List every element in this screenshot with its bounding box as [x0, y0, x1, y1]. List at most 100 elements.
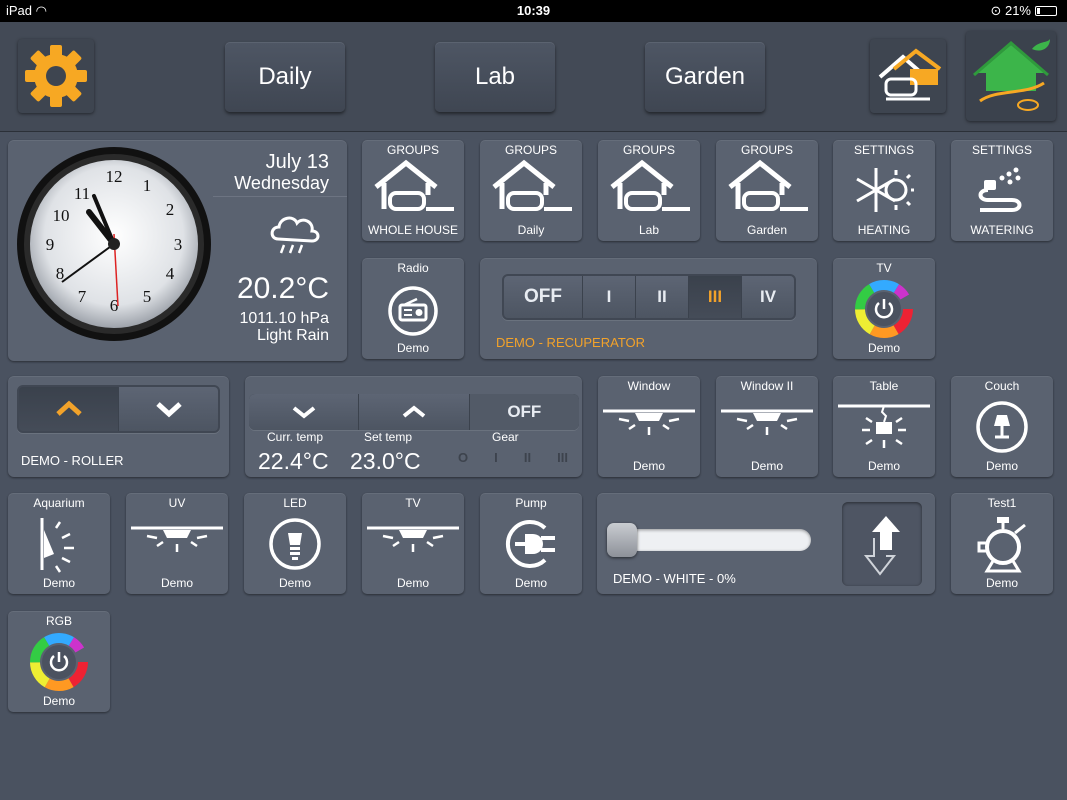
tile-bottom-label: WATERING: [970, 223, 1034, 237]
tile-bottom-label: WHOLE HOUSE: [367, 223, 458, 237]
settings-watering-tile[interactable]: SETTINGS WATERING: [951, 140, 1053, 241]
set-temp-value: 23.0°C: [350, 448, 421, 474]
tab-garden[interactable]: Garden: [645, 42, 765, 112]
chevron-down-icon: [292, 406, 315, 419]
battery-status: ⊙ 21%: [990, 3, 1057, 19]
tv-tile[interactable]: TV Demo: [833, 258, 935, 359]
tile-top-label: RGB: [45, 614, 72, 628]
battery-icon: [1035, 6, 1057, 16]
roller-controls: [17, 385, 220, 433]
recuperator-label: DEMO - RECUPERATOR: [496, 335, 646, 350]
rotation-lock-icon: ⊙: [990, 3, 1002, 18]
svg-text:7: 7: [78, 287, 87, 306]
temperature-text: 20.2°C: [236, 272, 329, 305]
watering-icon: [978, 167, 1022, 212]
up-down-arrows-icon: [863, 516, 900, 576]
dimmer-slider-handle[interactable]: [607, 523, 637, 557]
dimmer-widget: DEMO - WHITE - 0%: [597, 493, 935, 594]
group-daily-tile[interactable]: GROUPS Daily: [480, 140, 582, 241]
temp-up-button[interactable]: [359, 394, 470, 430]
divider: [213, 196, 347, 197]
status-time: 10:39: [516, 3, 551, 18]
gear-3: III: [557, 450, 568, 465]
house-icon: [610, 159, 690, 211]
tile-bottom-label: Demo: [514, 576, 547, 590]
group-whole-house-tile[interactable]: GROUPS WHOLE HOUSE: [362, 140, 464, 241]
tile-bottom-label: Lab: [638, 223, 660, 237]
gear-label: Gear: [492, 430, 519, 444]
tile-top-label: UV: [168, 496, 186, 510]
tile-bottom-label: Demo: [985, 576, 1018, 590]
uv-light-tile[interactable]: UV Demo: [126, 493, 228, 594]
table-light-tile[interactable]: Table Demo: [833, 376, 935, 477]
svg-text:9: 9: [46, 235, 55, 254]
color-wheel-power-icon: [855, 280, 913, 338]
gear-0: O: [458, 450, 469, 465]
date-block: July 13 Wednesday: [234, 152, 329, 194]
house-icon: [728, 159, 808, 211]
tab-lab[interactable]: Lab: [435, 42, 555, 112]
ceiling-light-icon: [721, 409, 813, 435]
tile-bottom-label: Demo: [867, 459, 900, 473]
tile-top-label: Test1: [987, 496, 1017, 510]
roller-up-button[interactable]: [19, 387, 119, 431]
rain-cloud-icon: [270, 216, 320, 254]
tile-bottom-label: Demo: [396, 576, 429, 590]
tv-light-tile[interactable]: TV Demo: [362, 493, 464, 594]
svg-text:10: 10: [53, 206, 70, 225]
led-light-tile[interactable]: LED Demo: [244, 493, 346, 594]
tile-top-label: GROUPS: [386, 143, 439, 157]
recuperator-speed-4-button[interactable]: IV: [742, 276, 794, 318]
roller-widget: DEMO - ROLLER: [8, 376, 229, 477]
test1-tile[interactable]: Test1 Demo: [951, 493, 1053, 594]
home-logo-button[interactable]: [870, 39, 946, 113]
thermostat-controls: OFF: [249, 394, 579, 430]
aquarium-tile[interactable]: Aquarium Demo: [8, 493, 110, 594]
settings-heating-tile[interactable]: SETTINGS HEATING: [833, 140, 935, 241]
thermostat-off-button[interactable]: OFF: [469, 394, 579, 430]
recuperator-speed-3-button[interactable]: III: [689, 276, 742, 318]
tile-top-label: GROUPS: [740, 143, 793, 157]
ceiling-light-icon: [367, 526, 459, 552]
set-temp-label: Set temp: [364, 430, 413, 444]
tile-bottom-label: Demo: [278, 576, 311, 590]
group-lab-tile[interactable]: GROUPS Lab: [598, 140, 700, 241]
roller-down-button[interactable]: [119, 387, 218, 431]
pump-tile[interactable]: Pump Demo: [480, 493, 582, 594]
couch-light-tile[interactable]: Couch Demo: [951, 376, 1053, 477]
house-logo-icon: [878, 48, 942, 101]
tile-bottom-label: Demo: [396, 341, 429, 355]
svg-text:3: 3: [174, 235, 183, 254]
window-light-tile[interactable]: Window Demo: [598, 376, 700, 477]
recuperator-off-button[interactable]: OFF: [504, 276, 583, 318]
lamp-icon: [976, 401, 1028, 453]
svg-text:12: 12: [106, 167, 123, 186]
gear-2: II: [523, 450, 532, 465]
dimmer-updown-button[interactable]: [842, 502, 922, 586]
condition-text: Light Rain: [256, 327, 329, 344]
recuperator-speed-1-button[interactable]: I: [583, 276, 636, 318]
svg-text:11: 11: [74, 184, 90, 203]
dimmer-slider-track[interactable]: [607, 529, 811, 551]
chevron-up-icon: [402, 405, 426, 418]
recuperator-speed-selector: OFF I II III IV: [502, 274, 796, 320]
settings-button[interactable]: [18, 39, 94, 113]
top-bar: Daily Lab Garden: [0, 22, 1067, 132]
plug-icon: [505, 520, 555, 568]
ceiling-light-icon: [603, 409, 695, 435]
ceiling-light-icon: [131, 526, 223, 552]
roller-label: DEMO - ROLLER: [21, 453, 124, 468]
recuperator-speed-2-button[interactable]: II: [636, 276, 689, 318]
radio-tile[interactable]: Radio Demo: [362, 258, 464, 359]
home-green-button[interactable]: [966, 31, 1056, 121]
rgb-tile[interactable]: RGB Demo: [8, 611, 110, 712]
gear-icon: [25, 45, 87, 107]
window-ii-light-tile[interactable]: Window II Demo: [716, 376, 818, 477]
heating-icon: [856, 168, 914, 212]
tab-daily[interactable]: Daily: [225, 42, 345, 112]
group-garden-tile[interactable]: GROUPS Garden: [716, 140, 818, 241]
curr-temp-value: 22.4°C: [258, 448, 329, 474]
tile-top-label: Window: [627, 379, 671, 393]
tile-top-label: SETTINGS: [971, 143, 1032, 157]
temp-down-button[interactable]: [249, 394, 360, 430]
